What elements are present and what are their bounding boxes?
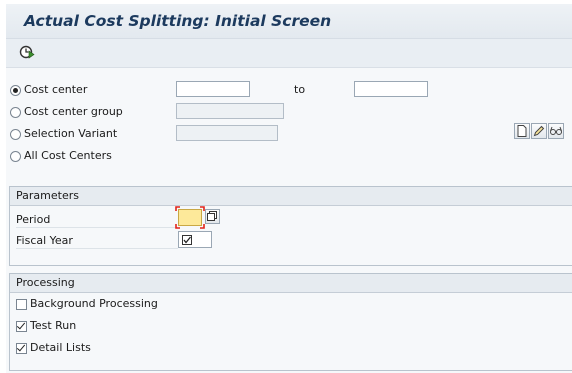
create-variant-button[interactable] bbox=[514, 123, 530, 139]
processing-group: Processing Background Processing Test Ru… bbox=[9, 273, 572, 371]
background-processing-label: Background Processing bbox=[30, 297, 158, 310]
to-label: to bbox=[294, 83, 306, 96]
required-check-icon bbox=[182, 235, 192, 245]
glasses-icon bbox=[550, 126, 562, 135]
cost-center-group-input[interactable] bbox=[176, 103, 284, 119]
application-toolbar bbox=[6, 39, 572, 68]
selection-variant-label: Selection Variant bbox=[24, 127, 118, 140]
display-variant-button[interactable] bbox=[548, 123, 564, 139]
background-processing-checkbox[interactable] bbox=[16, 299, 27, 310]
detail-lists-checkbox[interactable] bbox=[16, 343, 27, 354]
period-row-line bbox=[16, 227, 178, 228]
cost-center-group-label: Cost center group bbox=[24, 105, 123, 118]
page-title: Actual Cost Splitting: Initial Screen bbox=[24, 12, 332, 30]
parameters-group-header: Parameters bbox=[10, 187, 572, 206]
parameters-group: Parameters Period Fiscal Year bbox=[9, 186, 572, 266]
cost-center-from-input[interactable] bbox=[176, 81, 250, 97]
fiscal-year-row-line bbox=[16, 248, 178, 249]
selection-variant-input[interactable] bbox=[176, 125, 278, 141]
period-label: Period bbox=[16, 213, 51, 226]
radio-all-cost-centers[interactable] bbox=[10, 151, 21, 162]
radio-selection-variant[interactable] bbox=[10, 129, 21, 140]
radio-cost-center-group[interactable] bbox=[10, 107, 21, 118]
test-run-checkbox[interactable] bbox=[16, 321, 27, 332]
cost-center-label: Cost center bbox=[24, 83, 88, 96]
pencil-icon bbox=[533, 125, 545, 137]
fiscal-year-input[interactable] bbox=[178, 231, 212, 248]
cost-center-to-input[interactable] bbox=[354, 81, 428, 97]
title-bar: Actual Cost Splitting: Initial Screen bbox=[6, 4, 572, 39]
all-cost-centers-label: All Cost Centers bbox=[24, 149, 112, 162]
fiscal-year-label: Fiscal Year bbox=[16, 234, 73, 247]
required-field-marker bbox=[175, 206, 205, 229]
execute-clock-icon[interactable] bbox=[19, 44, 35, 60]
copy-icon bbox=[207, 211, 217, 221]
processing-group-header: Processing bbox=[10, 274, 572, 293]
period-value-help-button[interactable] bbox=[205, 209, 220, 224]
test-run-label: Test Run bbox=[30, 319, 77, 332]
change-variant-button[interactable] bbox=[531, 123, 547, 139]
radio-cost-center[interactable] bbox=[10, 85, 21, 96]
detail-lists-label: Detail Lists bbox=[30, 341, 91, 354]
document-icon bbox=[517, 125, 527, 137]
